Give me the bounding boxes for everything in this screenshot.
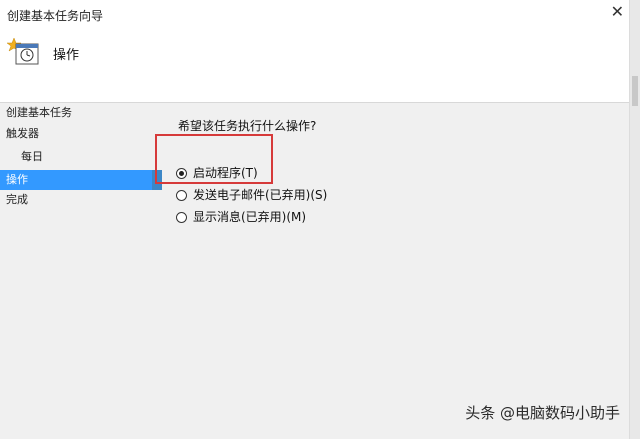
sidebar-item-daily[interactable]: 每日 xyxy=(0,147,162,167)
sidebar-item-finish[interactable]: 完成 xyxy=(0,190,162,210)
wizard-header: 操作 xyxy=(0,30,630,102)
watermark: 头条 @电脑数码小助手 xyxy=(465,404,620,422)
radio-show-message[interactable] xyxy=(176,211,187,223)
option-label-send-email: 发送电子邮件(已弃用)(S) xyxy=(193,188,328,202)
option-show-message[interactable]: 显示消息(已弃用)(M) xyxy=(176,208,306,226)
option-send-email[interactable]: 发送电子邮件(已弃用)(S) xyxy=(176,186,327,204)
sidebar-item-action[interactable]: 操作 xyxy=(0,170,160,190)
question-label: 希望该任务执行什么操作? xyxy=(178,119,317,133)
annotation-highlight-box xyxy=(155,134,273,184)
scrollbar[interactable] xyxy=(629,0,640,439)
scheduled-task-icon xyxy=(6,36,40,66)
scrollbar-thumb[interactable] xyxy=(632,76,638,106)
sidebar-item-trigger[interactable]: 触发器 xyxy=(0,124,162,144)
wizard-sidebar: 创建基本任务 触发器 每日 操作 完成 xyxy=(0,103,162,439)
title-bar: 创建基本任务向导 ✕ xyxy=(0,0,630,30)
option-label-show-message: 显示消息(已弃用)(M) xyxy=(193,210,307,224)
sidebar-item-create-basic-task[interactable]: 创建基本任务 xyxy=(0,103,162,123)
close-icon[interactable]: ✕ xyxy=(611,4,624,20)
page-title: 操作 xyxy=(53,48,80,63)
radio-send-email[interactable] xyxy=(176,189,187,201)
window-title: 创建基本任务向导 xyxy=(7,9,104,23)
